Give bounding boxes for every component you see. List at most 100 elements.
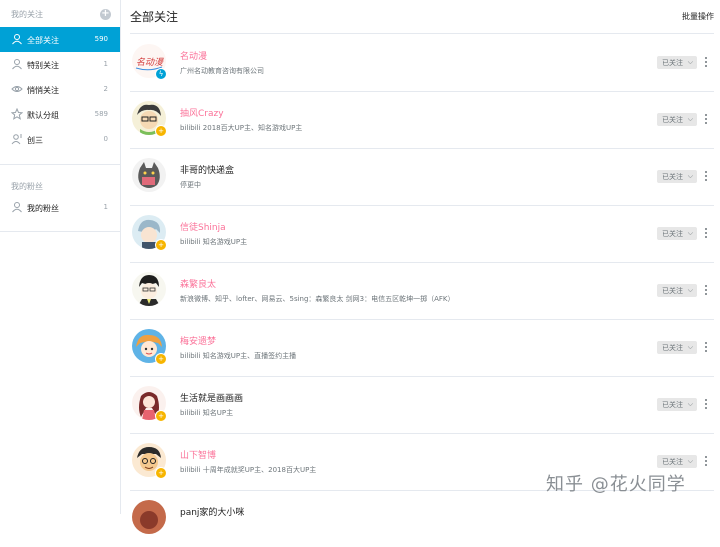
sidebar-item-label: 创三 xyxy=(27,136,43,145)
user-name[interactable]: 非哥的快递盒 xyxy=(180,163,234,176)
list-item: panj家的大小咪 xyxy=(130,490,714,547)
followed-label: 已关注 xyxy=(662,344,683,352)
chevron-down-icon: ⌵ xyxy=(687,286,693,294)
up-badge-icon: + xyxy=(155,125,167,137)
sidebar-divider xyxy=(0,231,120,232)
followed-label: 已关注 xyxy=(662,116,683,124)
followed-dropdown-button[interactable]: 已关注 ⌵ xyxy=(657,227,697,240)
eye-icon xyxy=(11,86,23,92)
more-options-icon[interactable] xyxy=(702,454,710,468)
user-name[interactable]: 名动漫 xyxy=(180,49,207,62)
watermark: 知乎 @花火同学 xyxy=(546,474,686,495)
sidebar-item-label: 特别关注 xyxy=(27,61,59,70)
batch-operation-button[interactable]: 批量操作 xyxy=(682,11,714,22)
follow-section-title: 我的关注 xyxy=(11,10,43,19)
followed-dropdown-button[interactable]: 已关注 ⌵ xyxy=(657,56,697,69)
sidebar-item-count: 1 xyxy=(103,60,108,68)
followed-dropdown-button[interactable]: 已关注 ⌵ xyxy=(657,284,697,297)
user-description: bilibili 知名游戏UP主 xyxy=(180,238,248,246)
sidebar-item-label: 全部关注 xyxy=(27,36,59,45)
list-item: + 抽风Crazy bilibili 2018百大UP主、知名游戏UP主 已关注… xyxy=(130,91,714,148)
followed-dropdown-button[interactable]: 已关注 ⌵ xyxy=(657,113,697,126)
list-item: 名动漫 ϟ 名动漫 广州名动教育咨询有限公司 已关注 ⌵ xyxy=(130,34,714,91)
avatar[interactable] xyxy=(132,272,166,306)
sidebar-item-custom-group[interactable]: 创三 0 xyxy=(0,127,120,152)
star-icon xyxy=(11,108,23,120)
followed-dropdown-button[interactable]: 已关注 ⌵ xyxy=(657,398,697,411)
sidebar-item-count: 590 xyxy=(94,35,108,43)
user-name[interactable]: 梅安遗梦 xyxy=(180,334,216,347)
sidebar-item-count: 589 xyxy=(94,110,108,118)
add-group-button[interactable]: + xyxy=(100,9,111,20)
chevron-down-icon: ⌵ xyxy=(687,58,693,66)
up-badge-icon: + xyxy=(155,410,167,422)
sidebar-item-default-group[interactable]: 默认分组 589 xyxy=(0,102,120,127)
verified-lightning-icon: ϟ xyxy=(155,68,167,80)
up-badge-icon: + xyxy=(155,467,167,479)
more-options-icon[interactable] xyxy=(702,226,710,240)
sidebar-item-secret[interactable]: 悄悄关注 2 xyxy=(0,77,120,102)
sidebar-item-special[interactable]: 特别关注 1 xyxy=(0,52,120,77)
user-name[interactable]: 森繁良太 xyxy=(180,277,216,290)
more-options-icon[interactable] xyxy=(702,112,710,126)
sidebar-item-label: 悄悄关注 xyxy=(27,86,59,95)
user-description: 广州名动教育咨询有限公司 xyxy=(180,67,264,75)
more-options-icon[interactable] xyxy=(702,340,710,354)
list-item: 非哥的快递盒 停更中 已关注 ⌵ xyxy=(130,148,714,205)
followed-label: 已关注 xyxy=(662,458,683,466)
user-name[interactable]: 山下智博 xyxy=(180,448,216,461)
follow-section-header: 我的关注 + xyxy=(0,0,120,26)
more-options-icon[interactable] xyxy=(702,283,710,297)
user-description: 停更中 xyxy=(180,181,201,189)
user-icon xyxy=(12,34,22,45)
sidebar-item-my-fans[interactable]: 我的粉丝 1 xyxy=(0,195,120,220)
more-options-icon[interactable] xyxy=(702,397,710,411)
followed-dropdown-button[interactable]: 已关注 ⌵ xyxy=(657,455,697,468)
user-description: bilibili 知名UP主 xyxy=(180,409,234,417)
followed-label: 已关注 xyxy=(662,59,683,67)
avatar[interactable] xyxy=(132,500,166,534)
up-badge-icon: + xyxy=(155,239,167,251)
up-badge-icon: + xyxy=(155,353,167,365)
user-description: bilibili 知名游戏UP主、直播签约主播 xyxy=(180,352,297,360)
page-title: 全部关注 xyxy=(130,10,179,24)
followed-dropdown-button[interactable]: 已关注 ⌵ xyxy=(657,170,697,183)
list-item: + 信徒Shinja bilibili 知名游戏UP主 已关注 ⌵ xyxy=(130,205,714,262)
list-item: + 生活就是画画画 bilibili 知名UP主 已关注 ⌵ xyxy=(130,376,714,433)
user-description: bilibili 2018百大UP主、知名游戏UP主 xyxy=(180,124,303,132)
followed-dropdown-button[interactable]: 已关注 ⌵ xyxy=(657,341,697,354)
user-name[interactable]: 信徒Shinja xyxy=(180,220,226,233)
user-description: bilibili 十周年成就奖UP主、2018百大UP主 xyxy=(180,466,317,474)
list-item: + 梅安遗梦 bilibili 知名游戏UP主、直播签约主播 已关注 ⌵ xyxy=(130,319,714,376)
more-options-icon[interactable] xyxy=(702,55,710,69)
user-description: 新浪微博、知乎、lofter、网易云、5sing：森繁良太 剑网3：电信五区乾坤… xyxy=(180,295,455,303)
sidebar-item-count: 0 xyxy=(103,135,108,143)
user-name[interactable]: 生活就是画画画 xyxy=(180,391,243,404)
avatar[interactable] xyxy=(132,158,166,192)
user-name[interactable]: 抽风Crazy xyxy=(180,106,224,119)
sidebar-divider xyxy=(0,164,120,165)
followed-label: 已关注 xyxy=(662,230,683,238)
fans-section-title: 我的粉丝 xyxy=(11,182,43,191)
user-name[interactable]: panj家的大小咪 xyxy=(180,505,244,518)
chevron-down-icon: ⌵ xyxy=(687,229,693,237)
sidebar-item-label: 默认分组 xyxy=(27,111,59,120)
followed-label: 已关注 xyxy=(662,287,683,295)
sidebar-item-count: 1 xyxy=(103,203,108,211)
sidebar-item-label: 我的粉丝 xyxy=(27,204,59,213)
list-item: 森繁良太 新浪微博、知乎、lofter、网易云、5sing：森繁良太 剑网3：电… xyxy=(130,262,714,319)
chevron-down-icon: ⌵ xyxy=(687,343,693,351)
followed-label: 已关注 xyxy=(662,401,683,409)
user-icon xyxy=(12,59,22,70)
sidebar-item-all-follows[interactable]: 全部关注 590 xyxy=(0,27,120,52)
group-user-icon xyxy=(11,134,22,145)
more-options-icon[interactable] xyxy=(702,169,710,183)
chevron-down-icon: ⌵ xyxy=(687,115,693,123)
followed-label: 已关注 xyxy=(662,173,683,181)
chevron-down-icon: ⌵ xyxy=(687,457,693,465)
svg-text:名动漫: 名动漫 xyxy=(136,57,164,68)
chevron-down-icon: ⌵ xyxy=(687,400,693,408)
chevron-down-icon: ⌵ xyxy=(687,172,693,180)
sidebar: 我的关注 + 全部关注 590 特别关注 1 悄悄关注 2 默认分组 589 创… xyxy=(0,0,121,514)
sidebar-item-count: 2 xyxy=(103,85,108,93)
